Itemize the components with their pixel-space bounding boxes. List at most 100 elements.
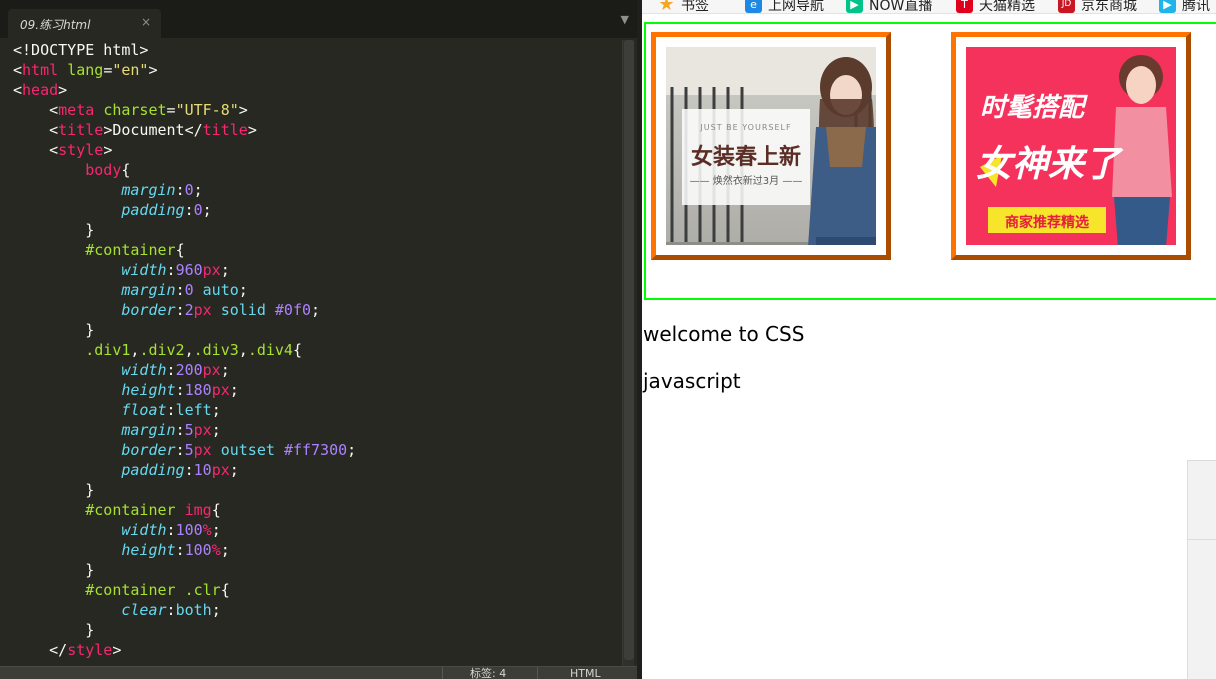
scrollbar-thumb[interactable] xyxy=(624,40,634,660)
code-token: 960 xyxy=(175,261,203,279)
code-line[interactable]: #container .clr{ xyxy=(13,580,625,600)
code-token: height xyxy=(121,541,176,559)
code-token: } xyxy=(13,481,95,499)
code-token: width xyxy=(121,521,167,539)
code-token: ; xyxy=(202,201,212,219)
code-token: #container xyxy=(85,501,176,519)
code-token: .div4 xyxy=(247,341,293,359)
code-line[interactable]: margin:0; xyxy=(13,180,625,200)
code-area[interactable]: <!DOCTYPE html> <html lang="en"> <head> <m… xyxy=(13,40,625,660)
status-bar: 标签: 4 HTML xyxy=(0,666,637,679)
code-line[interactable]: clear:both; xyxy=(13,600,625,620)
file-tab[interactable]: 09.练习html × xyxy=(8,9,161,38)
code-token: < xyxy=(13,121,59,139)
code-token: { xyxy=(220,581,230,599)
code-line[interactable]: } xyxy=(13,480,625,500)
code-line[interactable]: } xyxy=(13,620,625,640)
code-line[interactable]: <meta charset="UTF-8"> xyxy=(13,100,625,120)
code-token: img xyxy=(184,501,212,519)
code-token: ; xyxy=(311,301,321,319)
side-toolbar-panel[interactable] xyxy=(1187,460,1216,679)
code-line[interactable]: } xyxy=(13,320,625,340)
code-token: { xyxy=(175,241,185,259)
code-token: > xyxy=(148,61,158,79)
code-line[interactable]: #container img{ xyxy=(13,500,625,520)
code-token: head xyxy=(22,81,59,99)
banner-caption: —— 焕然衣新过3月 —— xyxy=(689,176,803,187)
ie-icon: e xyxy=(745,0,762,13)
bookmark-jd[interactable]: JD 京东商城 xyxy=(1058,0,1137,13)
code-line[interactable]: margin:5px; xyxy=(13,420,625,440)
syntax-indicator[interactable]: HTML xyxy=(570,668,601,679)
tmall-icon: T xyxy=(956,0,973,13)
code-line[interactable]: } xyxy=(13,220,625,240)
code-line[interactable]: width:200px; xyxy=(13,360,625,380)
code-line[interactable]: .div1,.div2,.div3,.div4{ xyxy=(13,340,625,360)
code-token: #container xyxy=(85,241,176,259)
tab-size-indicator[interactable]: 标签: 4 xyxy=(470,668,506,679)
code-token: : xyxy=(175,381,185,399)
code-token: #ff7300 xyxy=(283,441,348,459)
code-line[interactable]: padding:0; xyxy=(13,200,625,220)
file-tab-title: 09.练习html xyxy=(20,18,91,32)
code-token: ; xyxy=(220,541,230,559)
code-line[interactable]: #container{ xyxy=(13,240,625,260)
code-token: % xyxy=(202,521,212,539)
code-line[interactable]: <title>Document</title> xyxy=(13,120,625,140)
code-token: < xyxy=(13,141,59,159)
code-line[interactable]: float:left; xyxy=(13,400,625,420)
code-token: ; xyxy=(347,441,357,459)
code-token: float xyxy=(121,401,167,419)
code-token: 5 xyxy=(184,421,194,439)
code-line[interactable]: height:180px; xyxy=(13,380,625,400)
bookmark-web-nav[interactable]: e 上网导航 xyxy=(745,0,824,13)
banner-image-goddess[interactable]: 时髦搭配 女神来了 商家推荐精选 xyxy=(966,47,1176,245)
code-line[interactable]: } xyxy=(13,560,625,580)
code-token: 0 xyxy=(193,201,203,219)
code-token: height xyxy=(121,381,176,399)
code-line[interactable]: padding:10px; xyxy=(13,460,625,480)
code-line[interactable]: border:5px outset #ff7300; xyxy=(13,440,625,460)
code-token: } xyxy=(13,621,95,639)
banner-image-spring-fashion[interactable]: JUST BE YOURSELF 女装春上新 —— 焕然衣新过3月 —— xyxy=(666,47,876,245)
code-token: px xyxy=(211,381,230,399)
bookmark-tmall[interactable]: T 天猫精选 xyxy=(956,0,1035,13)
code-token: { xyxy=(292,341,302,359)
code-line[interactable]: </style> xyxy=(13,640,625,660)
code-line[interactable]: border:2px solid #0f0; xyxy=(13,300,625,320)
code-editor[interactable]: 09.练习html × ▼ <!DOCTYPE html> <html lang=… xyxy=(0,0,637,679)
code-line[interactable]: <!DOCTYPE html> xyxy=(13,40,625,60)
code-line[interactable]: height:100%; xyxy=(13,540,625,560)
code-line[interactable]: margin:0 auto; xyxy=(13,280,625,300)
code-line[interactable]: <style> xyxy=(13,140,625,160)
code-line[interactable]: width:960px; xyxy=(13,260,625,280)
code-token: >Document</ xyxy=(103,121,203,139)
bookmark-now-live[interactable]: ▶ NOW直播 xyxy=(846,0,932,13)
code-line[interactable]: body{ xyxy=(13,160,625,180)
close-icon[interactable]: × xyxy=(141,15,151,29)
code-line[interactable]: width:100%; xyxy=(13,520,625,540)
code-token: padding xyxy=(121,461,185,479)
code-line[interactable]: <html lang="en"> xyxy=(13,60,625,80)
editor-scrollbar[interactable] xyxy=(622,40,634,666)
star-icon: ★ xyxy=(658,0,675,14)
code-token: , xyxy=(238,341,248,359)
code-token: ; xyxy=(211,601,221,619)
bookmark-tencent-video[interactable]: ▶ 腾讯 xyxy=(1159,0,1210,13)
now-live-icon: ▶ xyxy=(846,0,863,13)
code-line[interactable]: <head> xyxy=(13,80,625,100)
paragraph-welcome: welcome to CSS xyxy=(643,322,805,346)
paragraph-javascript: javascript xyxy=(643,369,741,393)
code-token: 200 xyxy=(175,361,203,379)
bookmark-bookmarks[interactable]: ★ 书签 xyxy=(658,0,709,14)
chevron-down-icon[interactable]: ▼ xyxy=(621,13,629,26)
